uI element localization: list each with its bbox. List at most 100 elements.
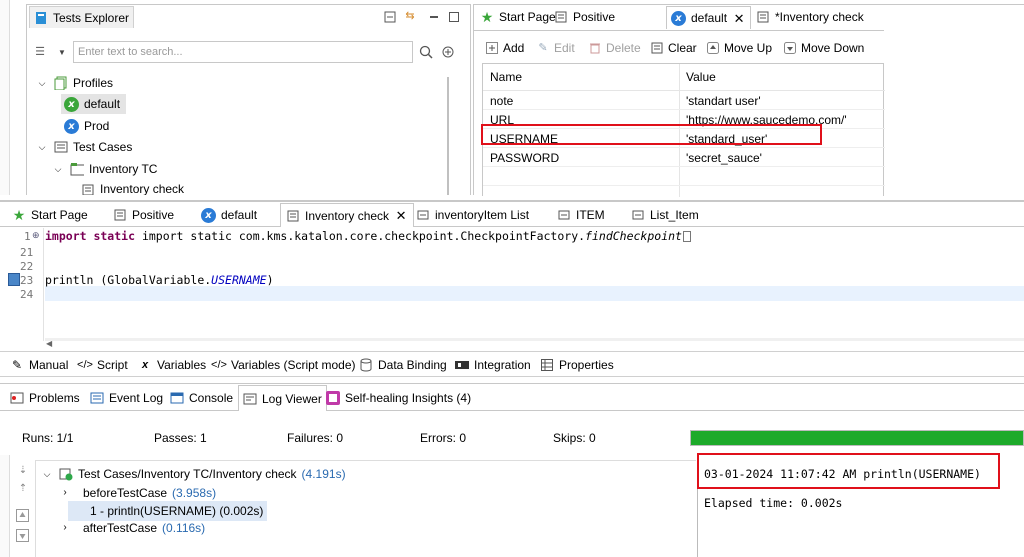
line-number: 23 (20, 274, 34, 287)
delete-label: Delete (606, 41, 641, 55)
tab-inventoryitem-list[interactable]: inventoryItem List (416, 204, 529, 226)
clear-button[interactable]: Clear (650, 38, 697, 58)
search-icon[interactable] (419, 45, 433, 59)
tab-label: default (691, 11, 728, 25)
search-placeholder: Enter text to search... (78, 46, 183, 58)
tab-problems[interactable]: Problems (10, 387, 80, 409)
current-line-highlight (45, 286, 1024, 301)
tree-item-profiles[interactable]: ⌵ Profiles (35, 73, 113, 93)
tab-start-page[interactable]: ★ Start Page (12, 204, 88, 226)
after-label: afterTestCase (83, 521, 158, 535)
tab-event-log[interactable]: Event Log (90, 387, 163, 409)
tab-positive[interactable]: Positive (554, 6, 615, 28)
code-editor[interactable]: 1 ⊕ import static import static com.kms.… (0, 228, 1024, 348)
log-tree-toolbar: ⇣ ⇡ (10, 460, 36, 557)
search-input[interactable]: Enter text to search... (73, 41, 413, 63)
column-header-value[interactable]: Value (686, 70, 716, 84)
breakpoint-marker-icon[interactable] (8, 273, 20, 286)
tab-integration[interactable]: Integration (455, 354, 531, 376)
variable-icon: x (141, 358, 149, 371)
tab-positive[interactable]: Positive (113, 204, 174, 226)
table-row[interactable]: note 'standart user' (483, 91, 885, 110)
passed-test-icon (59, 467, 73, 481)
tree-item-prod[interactable]: x Prod (64, 116, 109, 136)
tree-item-test-cases[interactable]: ⌵ Test Cases (35, 137, 133, 157)
profiles-folder-icon (54, 76, 68, 90)
tab-log-viewer[interactable]: Log Viewer (238, 385, 327, 411)
test-cases-icon (54, 140, 68, 154)
chevron-down-icon[interactable]: ⌵ (35, 76, 49, 90)
tab-self-healing-insights[interactable]: Self-healing Insights (4) (326, 387, 471, 409)
before-label: beforeTestCase (83, 486, 168, 500)
code-text: println (GlobalVariable. (45, 273, 212, 287)
fold-icon[interactable]: ⊕ (32, 230, 40, 241)
line-number: 21 (20, 246, 34, 259)
tree-item-default[interactable]: x default (61, 94, 127, 114)
tab-manual[interactable]: ✎ Manual (10, 354, 68, 376)
properties-icon (540, 358, 554, 372)
minimize-icon[interactable] (427, 10, 441, 24)
column-header-name[interactable]: Name (490, 70, 522, 84)
tab-inventory-check[interactable]: Inventory check ✕ (280, 203, 415, 227)
star-icon: ★ (480, 9, 494, 25)
plus-icon (485, 41, 499, 55)
table-row[interactable] (483, 167, 885, 186)
tab-label: ITEM (576, 208, 605, 222)
chevron-down-icon[interactable]: ⌵ (35, 140, 49, 154)
tab-list-item[interactable]: List_Item (631, 204, 699, 226)
close-icon[interactable]: ✕ (394, 209, 408, 223)
tests-explorer-tab[interactable]: Tests Explorer (29, 6, 135, 28)
delete-button[interactable]: Delete (588, 38, 641, 58)
chevron-down-icon[interactable]: ⌵ (40, 467, 54, 481)
tab-label: inventoryItem List (435, 208, 530, 222)
advanced-search-icon[interactable] (441, 45, 455, 59)
log-root-label: Test Cases/Inventory TC/Inventory check (78, 467, 297, 481)
collapse-all-icon[interactable]: ⇡ (16, 482, 30, 496)
tree-item-inventory-tc[interactable]: ⌵ Inventory TC (51, 159, 158, 179)
filter-icon[interactable]: ☰ (33, 45, 47, 59)
tab-properties[interactable]: Properties (540, 354, 614, 376)
tree-item-inventory-check[interactable]: Inventory check (81, 181, 184, 195)
move-up-button[interactable]: Move Up (706, 38, 772, 58)
horizontal-scrollbar[interactable] (45, 338, 1024, 341)
tab-variables[interactable]: x Variables (138, 354, 206, 376)
move-down-button[interactable]: Move Down (783, 38, 864, 58)
tab-label: Self-healing Insights (4) (345, 391, 472, 405)
tab-label: Event Log (109, 391, 164, 405)
tab-inventory-check[interactable]: *Inventory check (756, 6, 864, 28)
log-tree-root[interactable]: ⌵ Test Cases/Inventory TC/Inventory chec… (40, 464, 346, 484)
expand-all-icon[interactable]: ⇣ (16, 464, 30, 478)
previous-failure-icon[interactable] (15, 508, 29, 522)
chevron-down-icon[interactable]: ⌵ (51, 162, 65, 176)
object-icon (631, 208, 645, 222)
collapse-all-icon[interactable] (383, 10, 397, 24)
close-icon[interactable]: ✕ (732, 11, 746, 25)
tree-scrollbar[interactable] (447, 77, 449, 195)
tab-start-page[interactable]: ★ Start Page (480, 6, 556, 28)
tab-label: Start Page (31, 208, 88, 222)
prod-label: Prod (84, 119, 110, 133)
tab-default[interactable]: x default ✕ (666, 6, 752, 29)
scroll-left-icon[interactable]: ◀ (46, 339, 52, 348)
tab-variables-script-mode[interactable]: </> Variables (Script mode) (211, 354, 355, 376)
clear-icon (650, 41, 664, 55)
tab-item[interactable]: ITEM (557, 204, 605, 226)
tab-script[interactable]: </> Script (77, 354, 128, 376)
chevron-down-icon[interactable]: ▼ (55, 46, 69, 60)
link-editor-icon[interactable]: ⇆ (403, 9, 417, 23)
tab-data-binding[interactable]: Data Binding (359, 354, 447, 376)
maximize-icon[interactable] (447, 10, 461, 24)
edit-button[interactable]: ✎ Edit (536, 38, 574, 58)
add-button[interactable]: Add (485, 38, 524, 58)
chevron-right-icon[interactable]: › (58, 521, 72, 535)
tab-console[interactable]: Console (170, 387, 233, 409)
progress-bar (690, 430, 1024, 446)
table-row[interactable]: PASSWORD 'secret_sauce' (483, 148, 885, 167)
chevron-right-icon[interactable]: › (58, 486, 72, 500)
left-strip-bottom (0, 455, 10, 557)
editor-tabbar: ★ Start Page Positive x default Inventor… (0, 200, 1024, 227)
log-tree-after[interactable]: › afterTestCase (0.116s) (58, 518, 205, 538)
next-failure-icon[interactable] (15, 528, 29, 542)
tab-default[interactable]: x default (201, 204, 257, 226)
log-tree-before[interactable]: › beforeTestCase (3.958s) (58, 483, 216, 503)
